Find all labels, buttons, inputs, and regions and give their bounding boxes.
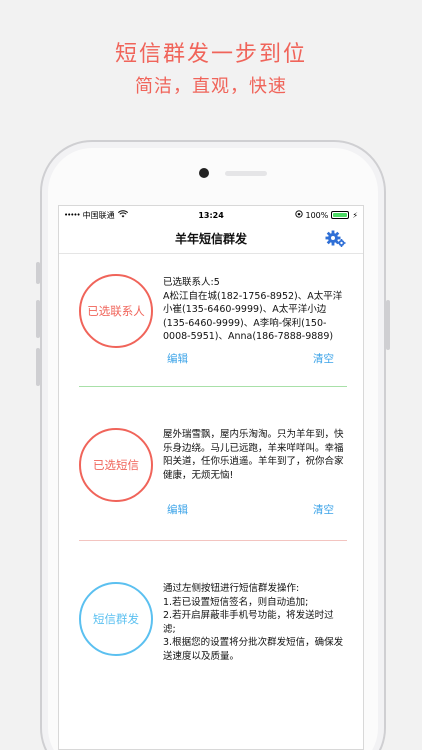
mute-switch — [36, 262, 40, 284]
send-instructions-text: 通过左侧按钮进行短信群发操作: 1.若已设置短信签名，则自动追加; 2.若开启屏… — [163, 583, 344, 662]
app-screen: ••••• 中国联通 13:24 100% ⚡ 羊年短信群发 已选联系人 已选联… — [58, 205, 364, 750]
promo-headline: 短信群发一步到位 — [114, 42, 307, 67]
charging-icon: ⚡ — [352, 210, 358, 220]
volume-down-button — [36, 348, 40, 386]
signal-strength: ••••• — [64, 211, 81, 219]
rotation-lock-icon — [294, 210, 303, 220]
clock: 13:24 — [198, 210, 224, 220]
contacts-text: 已选联系人:5 A松江自在城(182-1756-8952)、A太平洋小崔(135… — [163, 277, 343, 342]
gear-icon[interactable] — [325, 230, 347, 248]
send-section: 短信群发 通过左侧按钮进行短信群发操作: 1.若已设置短信签名，则自动追加; 2… — [59, 566, 363, 716]
select-contacts-label: 已选联系人 — [87, 304, 145, 318]
contacts-summary: 已选联系人:5 A松江自在城(182-1756-8952)、A太平洋小崔(135… — [163, 276, 345, 344]
send-sms-label: 短信群发 — [93, 612, 139, 626]
nav-bar: 羊年短信群发 — [59, 224, 363, 254]
earpiece-speaker — [225, 171, 267, 176]
battery-icon — [331, 211, 350, 219]
status-bar: ••••• 中国联通 13:24 100% ⚡ — [59, 206, 363, 224]
select-message-label: 已选短信 — [93, 458, 139, 472]
message-body: 屋外瑞雪飘，屋内乐淘淘。只为羊年到，快乐身边绕。马儿已远跑，羊来咩咩叫。幸福阳关… — [163, 429, 344, 481]
section-divider — [79, 540, 347, 541]
camera-dot — [199, 168, 209, 178]
carrier-name: 中国联通 — [82, 210, 115, 220]
promo-subhead: 简洁，直观，快速 — [135, 76, 287, 97]
edit-message-link[interactable]: 编辑 — [167, 502, 188, 517]
clear-message-link[interactable]: 清空 — [313, 502, 334, 517]
contacts-section: 已选联系人 已选联系人:5 A松江自在城(182-1756-8952)、A太平洋… — [59, 254, 363, 394]
send-instructions: 通过左侧按钮进行短信群发操作: 1.若已设置短信签名，则自动追加; 2.若开启屏… — [163, 582, 345, 663]
message-section: 已选短信 屋外瑞雪飘，屋内乐淘淘。只为羊年到，快乐身边绕。马儿已远跑，羊来咩咩叫… — [59, 406, 363, 556]
nav-title: 羊年短信群发 — [174, 232, 247, 246]
volume-up-button — [36, 300, 40, 338]
wifi-icon — [117, 210, 128, 220]
power-button — [386, 300, 390, 350]
section-divider — [79, 386, 347, 387]
select-message-button[interactable]: 已选短信 — [79, 428, 153, 502]
select-contacts-button[interactable]: 已选联系人 — [79, 274, 153, 348]
send-sms-button[interactable]: 短信群发 — [79, 582, 153, 656]
edit-contacts-link[interactable]: 编辑 — [167, 351, 188, 366]
battery-percent: 100% — [305, 210, 329, 220]
clear-contacts-link[interactable]: 清空 — [313, 351, 334, 366]
